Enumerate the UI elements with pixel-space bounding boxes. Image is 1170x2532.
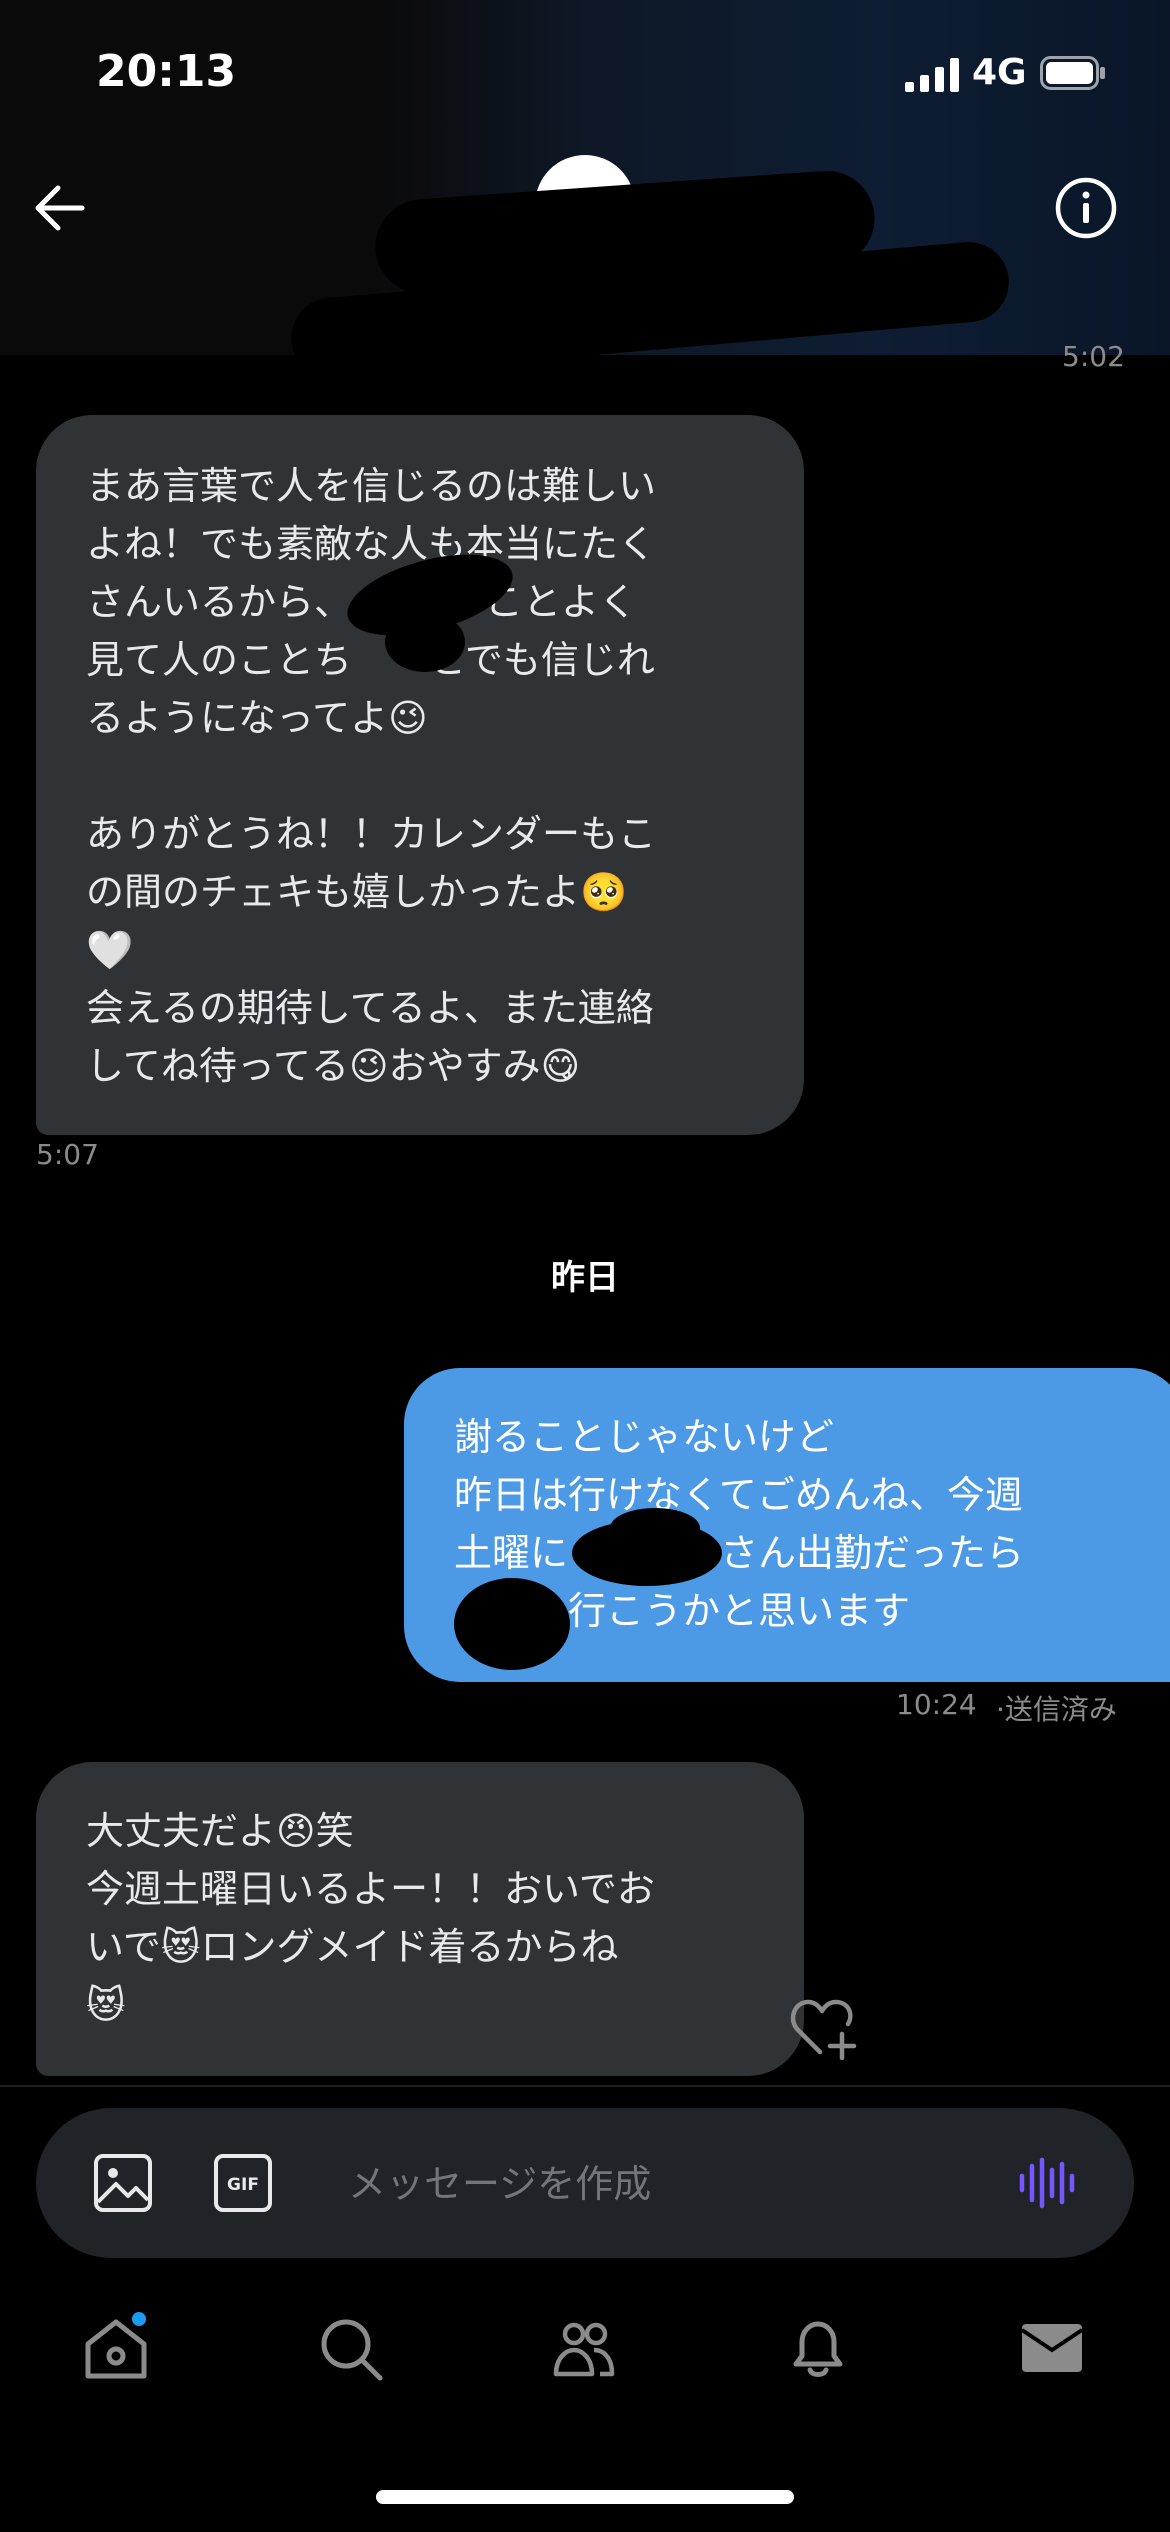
home-indicator[interactable] (376, 2490, 794, 2504)
image-icon[interactable] (92, 2152, 154, 2214)
redaction-mark (385, 612, 465, 672)
redaction-mark (610, 1508, 700, 1548)
message-line: 謝ることじゃないけど (454, 1415, 835, 1459)
battery-icon (1040, 56, 1105, 90)
signal-icon (905, 58, 959, 92)
sent-status: ·送信済み (996, 1693, 1117, 1726)
gif-icon[interactable]: GIF (212, 2152, 274, 2214)
message-line: ありがとうね！！カレンダーもこ (86, 812, 657, 856)
info-icon[interactable] (1054, 176, 1118, 240)
received-message[interactable]: 大丈夫だよ😠笑 今週土曜日いるよー！！おいでお いで😻ロングメイド着るからね 😻 (36, 1762, 804, 2076)
message-line: 🤍 (86, 928, 134, 972)
message-time: 5:02 (1062, 340, 1125, 373)
message-line: 土曜に さん出勤だったら (454, 1531, 1025, 1575)
message-input[interactable] (346, 2152, 1000, 2216)
notification-dot (132, 2312, 146, 2326)
voice-icon[interactable] (1016, 2152, 1078, 2214)
communities-icon[interactable] (548, 2312, 620, 2384)
message-time: 10:24 (896, 1688, 977, 1721)
message-line: まあ言葉で人を信じるのは難しい (86, 464, 657, 508)
message-line: 大丈夫だよ😠笑 (86, 1809, 354, 1853)
heart-plus-icon[interactable] (790, 1996, 860, 2060)
bottom-tab-bar (0, 2290, 1170, 2420)
back-arrow-icon[interactable] (32, 180, 88, 236)
composer-divider (0, 2085, 1170, 2087)
message-line: 会えるの期待してるよ、また連絡 (86, 986, 654, 1030)
status-time: 20:13 (96, 46, 237, 97)
message-line: 😻 (86, 1983, 126, 2027)
received-message[interactable]: まあ言葉で人を信じるのは難しい よね！でも素敵な人も本当にたく さんいるから、 … (36, 415, 804, 1135)
message-line: いで😻ロングメイド着るからね (86, 1925, 619, 1969)
network-type: 4G (972, 52, 1027, 93)
message-line: してね待ってる😉おやすみ😋 (86, 1044, 581, 1088)
message-time: 5:07 (36, 1138, 99, 1171)
redaction-mark (454, 1578, 570, 1670)
message-line: 昨日は行けなくてごめんね、今週 (454, 1473, 1023, 1517)
message-line: るようになってよ😉 (86, 696, 428, 740)
mail-icon[interactable] (1016, 2312, 1088, 2384)
date-divider: 昨日 (551, 1258, 619, 1298)
message-composer: GIF (36, 2108, 1134, 2258)
message-line: の間のチェキも嬉しかったよ🥺 (86, 870, 628, 914)
svg-text:GIF: GIF (227, 2175, 259, 2195)
message-line: 今週土曜日いるよー！！おいでお (86, 1867, 655, 1911)
search-icon[interactable] (314, 2312, 386, 2384)
bell-icon[interactable] (782, 2312, 854, 2384)
status-bar: 20:13 4G (0, 0, 1170, 150)
